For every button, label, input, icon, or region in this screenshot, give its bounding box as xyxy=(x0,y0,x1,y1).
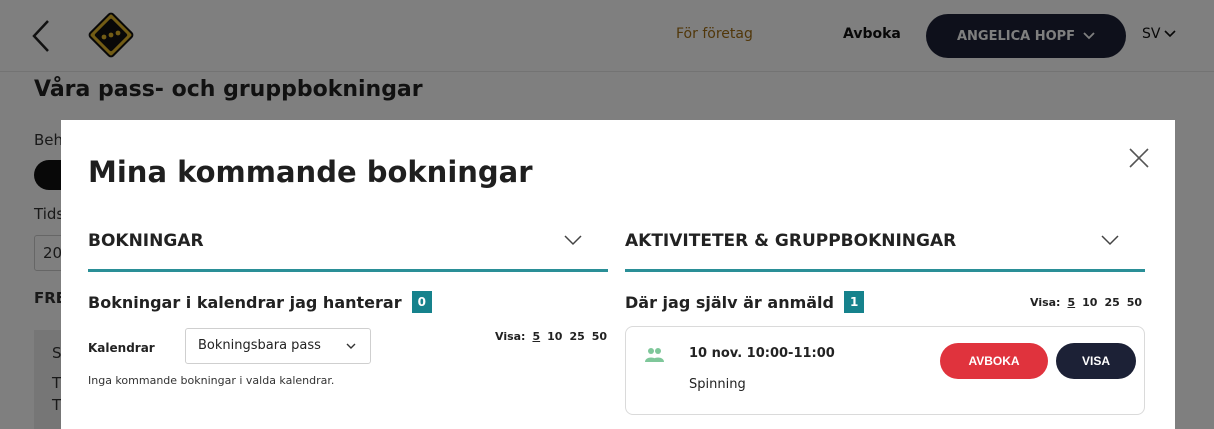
page-size-label: Visa: xyxy=(495,330,526,343)
activities-section-header[interactable]: AKTIVITETER & GRUPPBOKNINGAR xyxy=(625,212,1145,272)
page-size-option[interactable]: 25 xyxy=(1104,296,1119,309)
page-size-option[interactable]: 10 xyxy=(547,330,562,343)
calendar-label: Kalendrar xyxy=(88,341,155,355)
calendar-select-value: Bokningsbara pass xyxy=(198,338,321,353)
subsection-title: Där jag själv är anmäld xyxy=(625,292,834,312)
bookings-section-header[interactable]: BOKNINGAR xyxy=(88,212,608,272)
booking-activity: Spinning xyxy=(689,377,746,392)
cancel-booking-button[interactable]: AVBOKA xyxy=(940,343,1048,379)
page-size-option[interactable]: 25 xyxy=(569,330,584,343)
section-title: AKTIVITETER & GRUPPBOKNINGAR xyxy=(625,231,957,251)
page-size-label: Visa: xyxy=(1030,296,1061,309)
page-size-option[interactable]: 5 xyxy=(1067,296,1075,309)
subsection-title: Bokningar i kalendrar jag hanterar xyxy=(88,292,402,312)
booking-card: 10 nov. 10:00-11:00 Spinning AVBOKA VISA xyxy=(625,326,1145,415)
close-icon[interactable] xyxy=(1127,146,1151,170)
page-size-selector: Visa: 5 10 25 50 xyxy=(495,330,607,343)
chevron-down-icon xyxy=(346,343,356,349)
count-badge: 1 xyxy=(843,291,865,313)
group-icon xyxy=(645,348,664,362)
count-badge: 0 xyxy=(411,291,432,313)
managed-calendars-heading: Bokningar i kalendrar jag hanterar 0 xyxy=(88,291,432,313)
chevron-down-icon xyxy=(564,235,582,246)
self-registered-heading: Där jag själv är anmäld 1 xyxy=(625,291,865,313)
modal-title: Mina kommande bokningar xyxy=(88,155,533,189)
page-size-option[interactable]: 50 xyxy=(592,330,607,343)
empty-state-text: Inga kommande bokningar i valda kalendra… xyxy=(88,374,335,387)
booking-time: 10 nov. 10:00-11:00 xyxy=(689,346,835,361)
upcoming-bookings-modal: Mina kommande bokningar BOKNINGAR Boknin… xyxy=(61,120,1175,429)
section-title: BOKNINGAR xyxy=(88,231,204,251)
page-size-selector: Visa: 5 10 25 50 xyxy=(1030,296,1142,309)
activities-section: AKTIVITETER & GRUPPBOKNINGAR Där jag sjä… xyxy=(625,212,1145,415)
page-size-option[interactable]: 5 xyxy=(532,330,540,343)
bookings-section: BOKNINGAR Bokningar i kalendrar jag hant… xyxy=(88,212,608,387)
calendar-select[interactable]: Bokningsbara pass xyxy=(185,328,371,364)
view-booking-button[interactable]: VISA xyxy=(1056,343,1136,379)
page-size-option[interactable]: 10 xyxy=(1082,296,1097,309)
chevron-down-icon xyxy=(1101,235,1119,246)
page-size-option[interactable]: 50 xyxy=(1127,296,1142,309)
